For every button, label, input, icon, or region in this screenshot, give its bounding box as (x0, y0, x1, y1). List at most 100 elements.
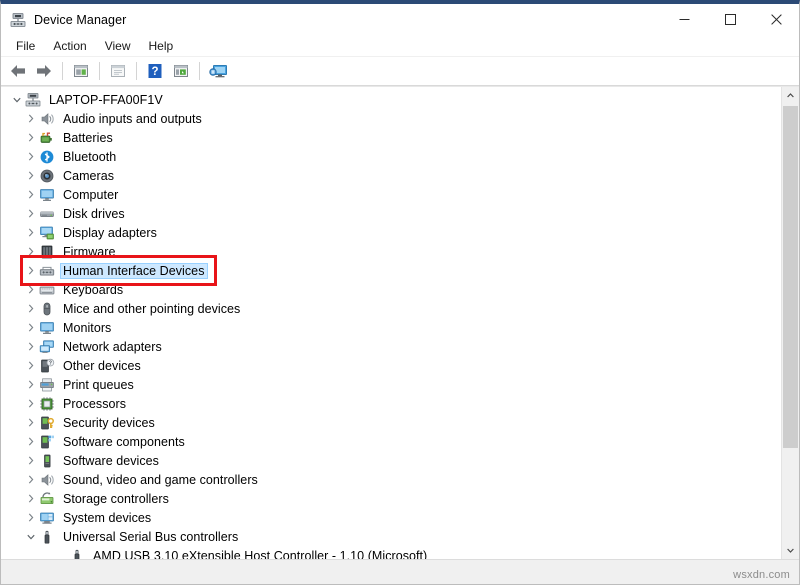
tree-row[interactable]: Mice and other pointing devices (1, 299, 781, 318)
properties-button[interactable] (68, 59, 94, 83)
tree-row[interactable]: Bluetooth (1, 147, 781, 166)
tree-item-label: Mice and other pointing devices (61, 302, 242, 316)
scrollbar-thumb[interactable] (783, 106, 798, 448)
tree-item-label: Storage controllers (61, 492, 171, 506)
tree-row[interactable]: Storage controllers (1, 489, 781, 508)
chevron-right-icon[interactable] (23, 109, 39, 128)
chevron-right-icon[interactable] (23, 394, 39, 413)
scroll-up-button[interactable] (782, 87, 799, 104)
menu-help[interactable]: Help (140, 37, 183, 55)
tree-item-label: LAPTOP-FFA00F1V (47, 93, 165, 107)
tree-row[interactable]: ?Other devices (1, 356, 781, 375)
svg-text:?: ? (151, 66, 158, 78)
tree-row[interactable]: Disk drives (1, 204, 781, 223)
chevron-right-icon[interactable] (23, 432, 39, 451)
chevron-right-icon[interactable] (23, 470, 39, 489)
tree-row[interactable]: Network adapters (1, 337, 781, 356)
scan-hardware-icon (208, 63, 228, 79)
device-manager-icon (10, 12, 26, 28)
chevron-right-icon[interactable] (23, 299, 39, 318)
chevron-right-icon[interactable] (23, 489, 39, 508)
chevron-down-icon[interactable] (9, 90, 25, 109)
chevron-right-icon[interactable] (23, 261, 39, 280)
show-hidden-devices-button[interactable] (105, 59, 131, 83)
toolbar-separator-4 (199, 62, 200, 80)
chevron-right-icon[interactable] (23, 185, 39, 204)
update-driver-button[interactable] (168, 59, 194, 83)
scrollbar-track[interactable] (782, 104, 799, 542)
tree-row[interactable]: AMD USB 3.10 eXtensible Host Controller … (1, 546, 781, 559)
chevron-right-icon[interactable] (23, 413, 39, 432)
tree-row[interactable]: Human Interface Devices (1, 261, 781, 280)
tree-item-label: Monitors (61, 321, 113, 335)
tree-item-label: Bluetooth (61, 150, 118, 164)
computer-root-icon (25, 92, 41, 108)
storage-controller-icon (39, 491, 55, 507)
usb-icon (39, 529, 55, 545)
disk-drive-icon (39, 206, 55, 222)
chevron-right-icon[interactable] (23, 375, 39, 394)
tree-row[interactable]: Processors (1, 394, 781, 413)
tree-row[interactable]: LAPTOP-FFA00F1V (1, 90, 781, 109)
scan-hardware-changes-button[interactable] (205, 59, 231, 83)
menu-view[interactable]: View (96, 37, 140, 55)
menu-action[interactable]: Action (44, 37, 95, 55)
chevron-right-icon[interactable] (23, 223, 39, 242)
vertical-scrollbar[interactable] (781, 87, 799, 559)
tree-item-label: Human Interface Devices (61, 264, 207, 278)
menu-bar: File Action View Help (1, 35, 799, 57)
menu-file[interactable]: File (7, 37, 44, 55)
chevron-right-icon[interactable] (23, 318, 39, 337)
chevron-up-icon (787, 93, 794, 98)
properties-icon (72, 63, 90, 79)
chevron-down-icon[interactable] (23, 527, 39, 546)
tree-row[interactable]: Firmware (1, 242, 781, 261)
chevron-right-icon[interactable] (23, 147, 39, 166)
device-tree[interactable]: LAPTOP-FFA00F1VAudio inputs and outputsB… (1, 87, 781, 559)
close-button[interactable] (753, 4, 799, 35)
chevron-right-icon[interactable] (23, 356, 39, 375)
tree-item-label: Display adapters (61, 226, 159, 240)
tree-row[interactable]: Print queues (1, 375, 781, 394)
tree-row[interactable]: Computer (1, 185, 781, 204)
watermark-text: wsxdn.com (733, 569, 790, 581)
close-icon (771, 14, 782, 25)
maximize-button[interactable] (707, 4, 753, 35)
tree-row[interactable]: Universal Serial Bus controllers (1, 527, 781, 546)
tree-row[interactable]: Display adapters (1, 223, 781, 242)
tree-row[interactable]: Audio inputs and outputs (1, 109, 781, 128)
minimize-icon (679, 14, 690, 25)
tree-row[interactable]: Software devices (1, 451, 781, 470)
tree-row[interactable]: System devices (1, 508, 781, 527)
tree-row[interactable]: Cameras (1, 166, 781, 185)
maximize-icon (725, 14, 736, 25)
tree-item-label: Computer (61, 188, 120, 202)
bluetooth-icon (39, 149, 55, 165)
toolbar-separator-1 (62, 62, 63, 80)
twisty-spacer (53, 546, 69, 559)
chevron-right-icon[interactable] (23, 337, 39, 356)
help-button[interactable]: ? (142, 59, 168, 83)
chevron-right-icon[interactable] (23, 204, 39, 223)
chevron-right-icon[interactable] (23, 242, 39, 261)
toolbar-separator-2 (99, 62, 100, 80)
tree-row[interactable]: Monitors (1, 318, 781, 337)
mouse-icon (39, 301, 55, 317)
svg-text:?: ? (49, 360, 52, 366)
back-button[interactable] (5, 59, 31, 83)
system-device-icon (39, 510, 55, 526)
tree-row[interactable]: Security devices (1, 413, 781, 432)
tree-row[interactable]: Keyboards (1, 280, 781, 299)
chevron-right-icon[interactable] (23, 280, 39, 299)
tree-row[interactable]: Batteries (1, 128, 781, 147)
chevron-right-icon[interactable] (23, 166, 39, 185)
chevron-right-icon[interactable] (23, 451, 39, 470)
tree-item-label: Software devices (61, 454, 161, 468)
tree-row[interactable]: Sound, video and game controllers (1, 470, 781, 489)
minimize-button[interactable] (661, 4, 707, 35)
chevron-right-icon[interactable] (23, 128, 39, 147)
scroll-down-button[interactable] (782, 542, 799, 559)
chevron-right-icon[interactable] (23, 508, 39, 527)
forward-button[interactable] (31, 59, 57, 83)
tree-row[interactable]: Software components (1, 432, 781, 451)
